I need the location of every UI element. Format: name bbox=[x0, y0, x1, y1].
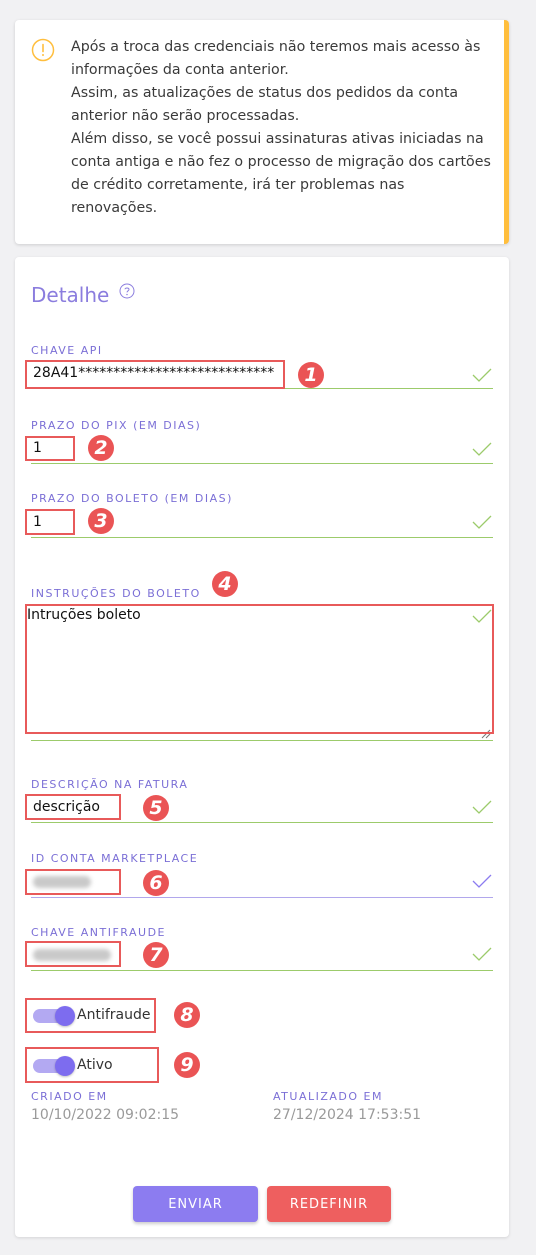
highlight-box bbox=[25, 1047, 159, 1083]
api-key-label: CHAVE API bbox=[31, 344, 103, 357]
highlight-box bbox=[25, 941, 121, 967]
marketplace-id-label: ID CONTA MARKETPLACE bbox=[31, 852, 199, 865]
created-at-label: CRIADO EM bbox=[31, 1090, 108, 1103]
boleto-days-underline bbox=[31, 537, 493, 538]
annotation-badge: 6 bbox=[143, 870, 169, 896]
check-icon bbox=[472, 874, 492, 888]
invoice-description-underline bbox=[31, 822, 493, 823]
antifraud-key-label: CHAVE ANTIFRAUDE bbox=[31, 926, 166, 939]
detail-card: Detalhe CHAVE API 28A41*****************… bbox=[15, 257, 509, 1237]
highlight-box bbox=[25, 869, 121, 895]
reset-button[interactable]: REDEFINIR bbox=[267, 1186, 391, 1222]
annotation-badge: 2 bbox=[88, 435, 114, 461]
highlight-box bbox=[25, 794, 121, 820]
annotation-badge: 4 bbox=[212, 571, 238, 597]
highlight-box bbox=[25, 436, 75, 461]
boleto-instructions-label: INSTRUÇÕES DO BOLETO bbox=[31, 587, 201, 600]
card-title: Detalhe bbox=[31, 283, 110, 307]
boleto-instructions-underline bbox=[31, 740, 493, 741]
check-icon bbox=[472, 442, 492, 456]
check-icon bbox=[472, 515, 492, 529]
annotation-badge: 9 bbox=[174, 1052, 200, 1078]
alert-line: Após a troca das credenciais não teremos… bbox=[71, 39, 481, 78]
created-at-value: 10/10/2022 09:02:15 bbox=[31, 1107, 180, 1123]
boleto-days-label: PRAZO DO BOLETO (EM DIAS) bbox=[31, 492, 233, 505]
highlight-box bbox=[25, 604, 494, 734]
check-icon bbox=[472, 947, 492, 961]
help-circle-icon[interactable] bbox=[119, 283, 135, 299]
highlight-box bbox=[25, 360, 285, 389]
annotation-badge: 5 bbox=[143, 795, 169, 821]
invoice-description-label: DESCRIÇÃO NA FATURA bbox=[31, 778, 189, 791]
alert-circle-icon bbox=[31, 38, 55, 62]
check-icon bbox=[472, 368, 492, 382]
updated-at-value: 27/12/2024 17:53:51 bbox=[273, 1107, 422, 1123]
alert-line: Além disso, se você possui assinaturas a… bbox=[71, 131, 491, 216]
migration-warning-alert: Após a troca das credenciais não teremos… bbox=[15, 20, 509, 244]
annotation-badge: 3 bbox=[88, 508, 114, 534]
alert-message: Após a troca das credenciais não teremos… bbox=[71, 36, 491, 220]
antifraud-key-underline bbox=[31, 970, 493, 971]
highlight-box bbox=[25, 509, 75, 535]
pix-days-label: PRAZO DO PIX (EM DIAS) bbox=[31, 419, 202, 432]
pix-days-underline bbox=[31, 463, 493, 464]
annotation-badge: 7 bbox=[143, 942, 169, 968]
annotation-badge: 1 bbox=[298, 362, 324, 388]
alert-line: Assim, as atualizações de status dos ped… bbox=[71, 85, 459, 124]
submit-button[interactable]: ENVIAR bbox=[133, 1186, 258, 1222]
check-icon bbox=[472, 800, 492, 814]
highlight-box bbox=[25, 998, 156, 1033]
updated-at-label: ATUALIZADO EM bbox=[273, 1090, 383, 1103]
marketplace-id-underline bbox=[31, 897, 493, 898]
annotation-badge: 8 bbox=[174, 1002, 200, 1028]
